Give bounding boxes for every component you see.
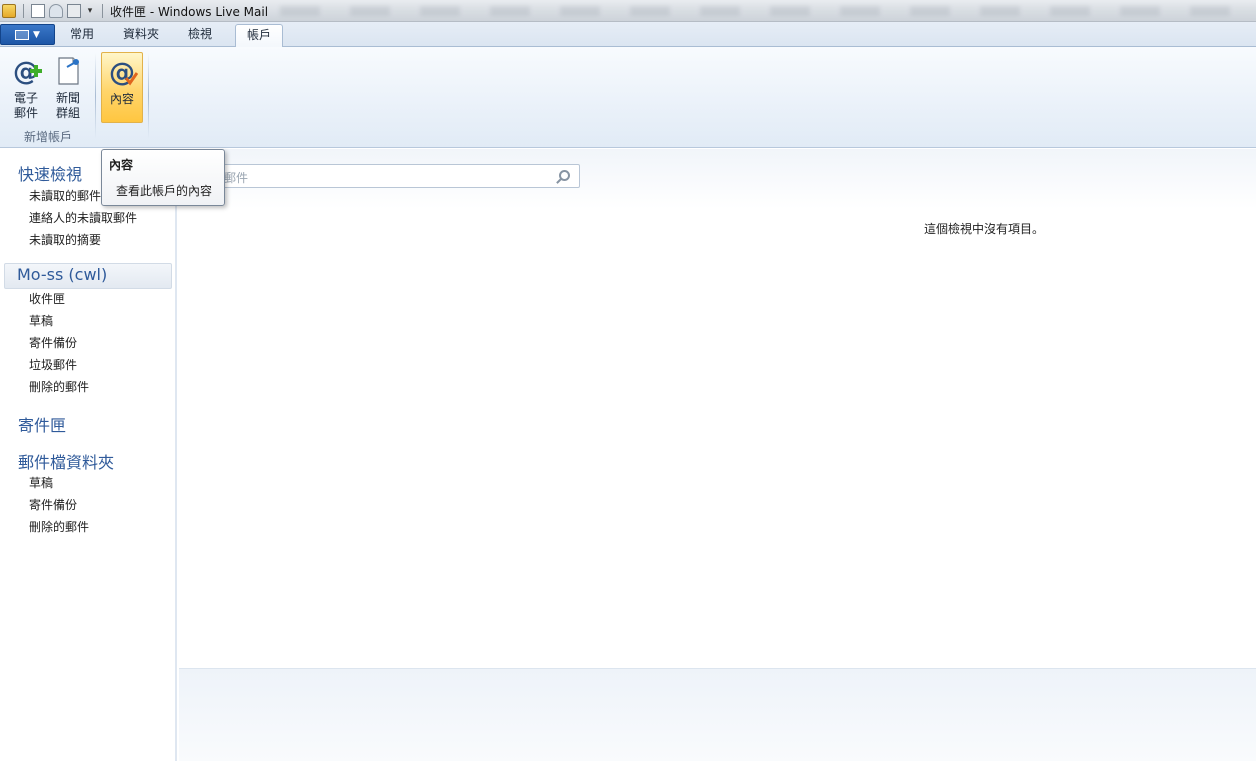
- customize-qat-icon[interactable]: ▾: [85, 4, 95, 18]
- nav-item-storage-deleted-items[interactable]: 刪除的郵件: [29, 518, 89, 535]
- nav-item-storage-sent-items[interactable]: 寄件備份: [29, 496, 77, 513]
- print-icon[interactable]: [67, 4, 81, 18]
- newsgroup-icon: [58, 57, 79, 85]
- chevron-down-icon: ▼: [33, 29, 40, 40]
- tab-accounts[interactable]: 帳戶: [235, 24, 283, 48]
- tooltip-title: 內容: [109, 158, 134, 172]
- nav-item-deleted-items[interactable]: 刪除的郵件: [29, 378, 89, 395]
- outbox-header[interactable]: 寄件匣: [18, 412, 66, 436]
- app-icon[interactable]: [2, 4, 16, 18]
- application-menu-button[interactable]: ▼: [0, 24, 55, 45]
- menu-icon: [15, 29, 30, 40]
- properties-tooltip: 內容 查看此帳戶的內容: [101, 149, 225, 206]
- qat-separator: [102, 4, 103, 18]
- storage-folders-header[interactable]: 郵件檔資料夾: [18, 449, 114, 473]
- account-header[interactable]: Mo-ss (cwl): [17, 265, 107, 284]
- tab-view[interactable]: 檢視: [176, 24, 224, 47]
- properties-label: 內容: [109, 92, 134, 106]
- ribbon-group-separator: [95, 53, 96, 139]
- nav-item-unread-email[interactable]: 未讀取的郵件: [29, 187, 101, 204]
- ribbon-group-separator: [148, 53, 149, 139]
- search-icon[interactable]: [559, 170, 570, 181]
- reply-icon[interactable]: [49, 4, 63, 18]
- search-input[interactable]: 郵件: [213, 164, 580, 188]
- nav-item-drafts[interactable]: 草稿: [29, 312, 53, 329]
- add-email-label-2: 郵件: [13, 106, 38, 120]
- add-newsgroup-account-button[interactable]: 新聞 群組: [50, 55, 86, 121]
- quick-access-toolbar: ▾ 收件匣 - Windows Live Mail: [2, 2, 268, 20]
- add-email-account-button[interactable]: @ 電子 郵件: [8, 55, 44, 121]
- add-email-label-1: 電子: [13, 91, 38, 105]
- new-icon[interactable]: [31, 4, 45, 18]
- search-placeholder: 郵件: [224, 171, 249, 185]
- nav-item-unread-feeds[interactable]: 未讀取的摘要: [29, 231, 101, 248]
- nav-item-inbox[interactable]: 收件匣: [29, 290, 65, 307]
- qat-separator: [23, 4, 24, 18]
- add-newsgroup-label-1: 新聞: [55, 91, 80, 105]
- ribbon-tab-row: ▼ 常用 資料夾 檢視 帳戶: [0, 22, 1256, 48]
- reading-pane: [179, 668, 1256, 761]
- ribbon: @ 電子 郵件 新聞 群組 新增帳戶 @ 內容: [0, 47, 1256, 148]
- properties-icon: @: [109, 58, 138, 88]
- nav-item-storage-drafts[interactable]: 草稿: [29, 474, 53, 491]
- folder-pane: 快速檢視 未讀取的郵件 連絡人的未讀取郵件 未讀取的摘要 Mo-ss (cwl)…: [0, 149, 177, 761]
- tab-folders[interactable]: 資料夾: [112, 24, 170, 47]
- add-newsgroup-label-2: 群組: [55, 106, 80, 120]
- nav-item-sent-items[interactable]: 寄件備份: [29, 334, 77, 351]
- nav-item-junk-email[interactable]: 垃圾郵件: [29, 356, 77, 373]
- empty-view-message: 這個檢視中沒有項目。: [924, 222, 1045, 236]
- title-bar-blur: [280, 6, 1256, 16]
- title-bar: ▾ 收件匣 - Windows Live Mail: [0, 0, 1256, 22]
- tab-home[interactable]: 常用: [58, 24, 106, 47]
- add-account-group-label: 新增帳戶: [23, 130, 72, 144]
- nav-item-unread-from-contacts[interactable]: 連絡人的未讀取郵件: [29, 209, 137, 226]
- properties-button[interactable]: @ 內容: [101, 52, 143, 123]
- quick-views-header[interactable]: 快速檢視: [18, 161, 82, 185]
- add-email-icon: @: [13, 57, 42, 87]
- tooltip-body: 查看此帳戶的內容: [116, 184, 213, 198]
- window-title: 收件匣 - Windows Live Mail: [110, 4, 269, 19]
